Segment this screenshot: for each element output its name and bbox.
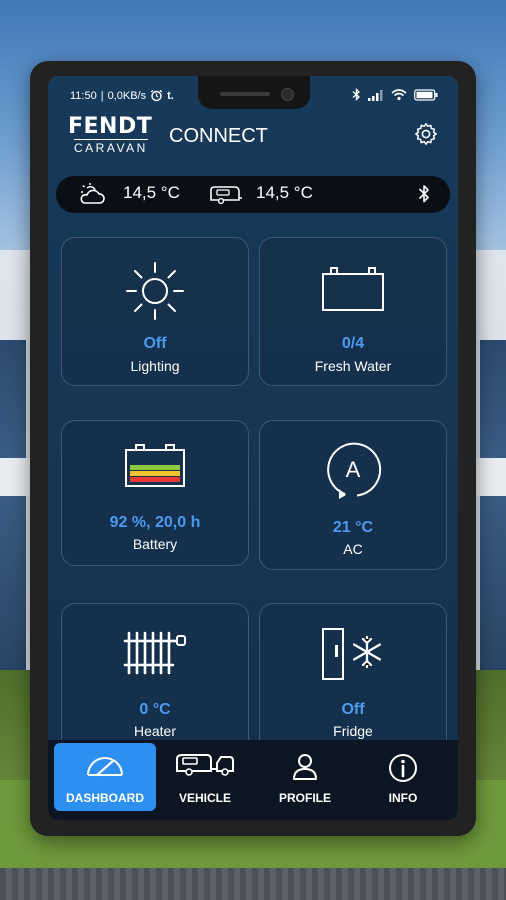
ac-value: 21 °C — [332, 519, 374, 536]
tile-battery[interactable]: 92 %, 20,0 h Battery — [61, 420, 249, 566]
status-separator: | — [100, 89, 104, 102]
speaker-grille — [220, 92, 270, 96]
nav-dashboard[interactable]: DASHBOARD — [54, 743, 156, 811]
nav-dashboard-label: DASHBOARD — [66, 791, 144, 805]
temperature-bar: 14,5 °C 14,5 °C — [56, 176, 450, 213]
nav-profile-label: PROFILE — [278, 791, 331, 805]
fridge-icon — [322, 628, 382, 680]
brand-sub: CARAVAN — [74, 139, 148, 155]
brand-name: FENDT — [68, 114, 153, 139]
sun-icon — [126, 262, 184, 320]
app-name: CONNECT — [169, 125, 268, 147]
status-left: 11:50 | 0,0KB/s t. — [70, 89, 174, 102]
nav-vehicle-label: VEHICLE — [178, 791, 231, 805]
lighting-value: Off — [143, 335, 167, 352]
background-road — [0, 868, 506, 900]
partly-cloudy-icon — [80, 183, 105, 204]
heater-value: 0 °C — [139, 701, 171, 718]
caravan-temp-icon — [210, 186, 242, 205]
gauge-icon — [87, 757, 123, 777]
battery-value: 92 %, 20,0 h — [109, 514, 201, 531]
bluetooth-icon[interactable] — [418, 183, 430, 205]
caravan-temperature: 14,5 °C — [256, 183, 313, 202]
svg-text:A: A — [346, 457, 361, 482]
status-data-rate: 0,0KB/s — [107, 89, 147, 102]
water-tank-icon — [322, 267, 384, 311]
tile-fresh-water[interactable]: 0/4 Fresh Water — [259, 237, 447, 386]
bluetooth-status-icon — [352, 88, 360, 101]
outside-temperature: 14,5 °C — [123, 183, 180, 202]
settings-gear-icon[interactable] — [414, 122, 438, 146]
person-icon — [293, 754, 317, 780]
bottom-navigation: DASHBOARD VEHICLE PROFILE INFO — [48, 740, 458, 820]
fresh-water-value: 0/4 — [341, 335, 365, 352]
status-extra: t. — [167, 89, 174, 102]
ac-icon: A — [327, 442, 382, 499]
status-right — [352, 88, 438, 101]
ac-label: AC — [343, 541, 363, 557]
radiator-icon — [123, 631, 186, 675]
nav-info[interactable]: INFO — [352, 743, 454, 811]
app-screen: 11:50 | 0,0KB/s t. FENDT CARAVAN CONNECT… — [48, 76, 458, 820]
nav-profile[interactable]: PROFILE — [254, 743, 356, 811]
front-camera — [281, 88, 294, 101]
lighting-label: Lighting — [130, 358, 180, 374]
fendt-caravan-logo: FENDT CARAVAN — [68, 114, 153, 156]
app-header: FENDT CARAVAN CONNECT — [48, 116, 458, 164]
battery-icon — [125, 444, 185, 487]
wifi-icon — [391, 88, 407, 100]
nav-vehicle[interactable]: VEHICLE — [154, 743, 256, 811]
alarm-icon — [150, 89, 163, 102]
status-time: 11:50 — [70, 89, 97, 102]
fridge-value: Off — [341, 701, 365, 718]
status-bar: 11:50 | 0,0KB/s t. — [48, 76, 458, 112]
camera-notch — [198, 76, 310, 109]
caravan-icon — [176, 754, 234, 776]
battery-label: Battery — [132, 536, 178, 552]
nav-info-label: INFO — [388, 791, 418, 805]
tile-lighting[interactable]: Off Lighting — [61, 237, 249, 386]
signal-icon — [368, 89, 383, 101]
fresh-water-label: Fresh Water — [314, 358, 392, 374]
info-icon — [389, 754, 417, 782]
fridge-label: Fridge — [333, 723, 373, 739]
battery-status-icon — [414, 88, 438, 101]
heater-label: Heater — [133, 723, 177, 739]
tile-ac[interactable]: A 21 °C AC — [259, 420, 447, 570]
